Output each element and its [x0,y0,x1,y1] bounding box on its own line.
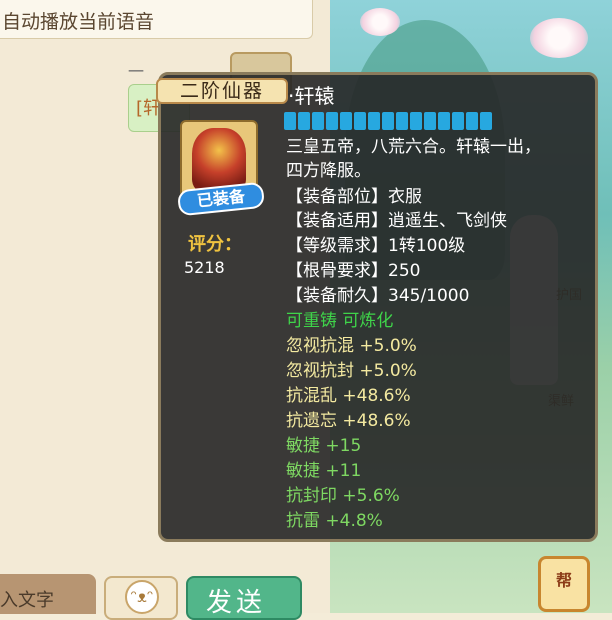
item-attribute: 抗遗忘 +48.6% [286,411,411,431]
item-attribute: 抗雷 +4.8% [286,511,383,531]
gauge-segment [438,112,450,130]
gauge-segment [466,112,478,130]
armor-icon [192,128,246,192]
score-label: 评分： [188,234,242,255]
item-name: ·轩辕 [288,84,335,108]
gauge-segment [354,112,366,130]
gauge-segment [340,112,352,130]
stat-durability: 【装备耐久】345/1000 [286,286,470,306]
item-attribute: 敏捷 +11 [286,461,362,481]
scene-flower [360,8,400,36]
gauge-segment [424,112,436,130]
gauge-segment [382,112,394,130]
gauge-segment [326,112,338,130]
gauge-segment [480,112,492,130]
autoplay-voice-label: 自动播放当前语音 [2,11,155,33]
item-attribute: 忽视抗混 +5.0% [286,336,417,356]
gauge-segment [312,112,324,130]
gauge-segment [368,112,380,130]
stat-slot: 【装备部位】衣服 [286,187,422,207]
chat-input-placeholder: 入文字 [0,590,54,611]
gauge-segment [410,112,422,130]
chat-sender-name: 一 [128,62,145,81]
score-value: 5218 [184,258,225,277]
item-attribute: 可重铸 可炼化 [286,311,394,331]
gauge-segment [396,112,408,130]
item-quality-gauge [284,112,492,130]
gauge-segment [298,112,310,130]
item-attribute: 抗混乱 +48.6% [286,386,411,406]
stat-constitution-requirement: 【根骨要求】250 [286,261,421,281]
item-description-line: 三皇五帝，八荒六合。轩辕一出， [286,137,541,157]
scene-flower [530,18,588,58]
help-icon[interactable]: 帮 [538,556,590,612]
item-description-line: 四方降服。 [286,161,371,181]
emoji-face-icon: ᵔᴥᵔ [125,580,159,614]
item-attribute: 敏捷 +15 [286,436,362,456]
stat-level-requirement: 【等级需求】1转100级 [286,236,466,256]
send-button-label: 发送 [206,588,267,618]
item-attribute: 忽视抗封 +5.0% [286,361,417,381]
stat-class: 【装备适用】逍遥生、飞剑侠 [286,211,507,231]
gauge-segment [284,112,296,130]
item-attribute: 抗封印 +5.6% [286,486,400,506]
item-tier-badge: 二阶仙器 [156,78,288,104]
gauge-segment [452,112,464,130]
